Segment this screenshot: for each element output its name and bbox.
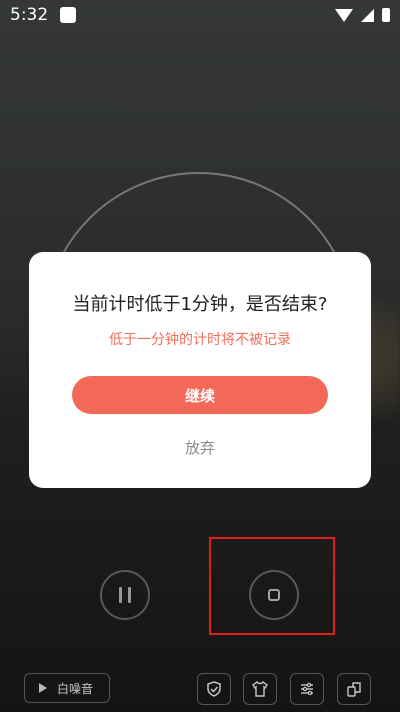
theme-button[interactable] (243, 673, 277, 705)
rotate-screen-icon (347, 682, 361, 697)
dialog-subtitle: 低于一分钟的计时将不被记录 (109, 332, 291, 348)
focus-mode-button[interactable] (197, 673, 231, 705)
sliders-icon (301, 682, 313, 696)
white-noise-button[interactable]: 白噪音 (24, 673, 110, 703)
highlight-box (209, 537, 335, 635)
settings-button[interactable] (290, 673, 324, 705)
shield-check-icon (207, 681, 221, 697)
status-time: 5:32 (10, 5, 49, 25)
pause-icon-bar (119, 587, 122, 603)
dialog-title: 当前计时低于1分钟，是否结束? (72, 294, 328, 315)
continue-button[interactable]: 继续 (72, 376, 328, 414)
give-up-button[interactable]: 放弃 (29, 437, 371, 458)
pause-icon-bar (128, 587, 131, 603)
notification-icon (60, 7, 77, 23)
play-icon (39, 683, 47, 693)
signal-icon (361, 8, 374, 22)
status-bar: 5:32 (0, 0, 400, 30)
rotate-screen-button[interactable] (337, 673, 371, 705)
battery-icon (382, 8, 390, 22)
wifi-icon (335, 8, 353, 22)
end-timer-dialog: 当前计时低于1分钟，是否结束? 低于一分钟的计时将不被记录 继续 放弃 (29, 252, 371, 488)
pause-button[interactable] (100, 570, 150, 620)
white-noise-label: 白噪音 (57, 681, 94, 696)
shirt-icon (252, 680, 268, 697)
